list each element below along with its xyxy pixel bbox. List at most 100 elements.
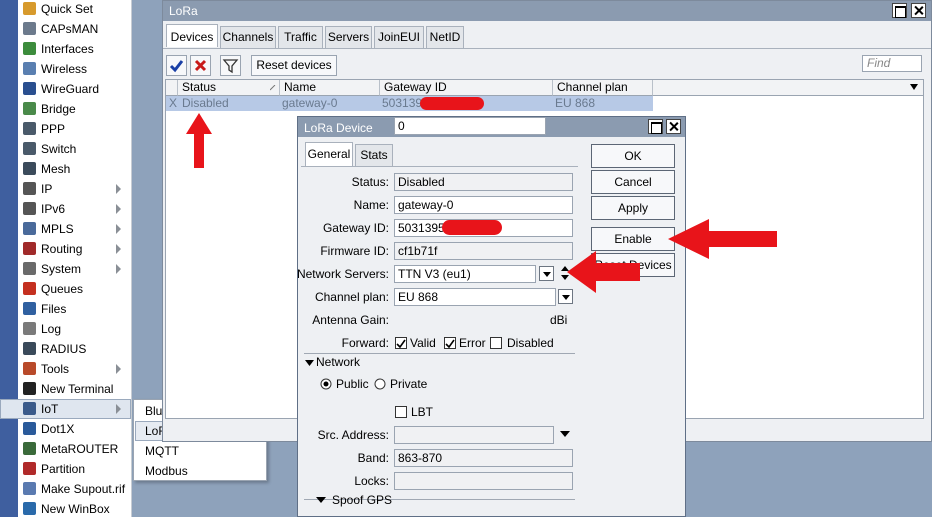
- reset-devices-button[interactable]: Reset devices: [251, 55, 337, 76]
- sidebar-item-iot[interactable]: IoT: [0, 399, 131, 419]
- tab-netid[interactable]: NetID: [426, 26, 464, 48]
- ok-button[interactable]: OK: [591, 144, 675, 168]
- submenu-arrow-icon: [116, 244, 121, 254]
- sidebar-item-queues[interactable]: Queues: [0, 279, 131, 299]
- sidebar-item-wireguard[interactable]: WireGuard: [0, 79, 131, 99]
- files-icon: [23, 302, 36, 315]
- interfaces-icon: [23, 42, 36, 55]
- find-input[interactable]: Find: [862, 55, 922, 72]
- sidebar-item-mesh[interactable]: Mesh: [0, 159, 131, 179]
- submenu-arrow-icon: [116, 264, 121, 274]
- tab-general[interactable]: General: [305, 142, 353, 166]
- cancel-button[interactable]: Cancel: [591, 170, 675, 194]
- sidebar-item-new-winbox[interactable]: New WinBox: [0, 499, 131, 517]
- servers-dropdown-icon[interactable]: [539, 266, 554, 281]
- close-icon[interactable]: [911, 3, 926, 18]
- submenu-item-mqtt[interactable]: MQTT: [135, 441, 265, 461]
- sidebar-item-system[interactable]: System: [0, 259, 131, 279]
- sidebar: Quick Set CAPsMAN Interfaces Wireless WireGu…: [0, 0, 132, 517]
- column-header-channel-plan[interactable]: Channel plan: [553, 80, 653, 96]
- metarouter-icon: [23, 442, 36, 455]
- tab-servers[interactable]: Servers: [325, 26, 372, 48]
- column-header-name[interactable]: Name: [280, 80, 380, 96]
- name-field[interactable]: gateway-0: [394, 196, 573, 214]
- network-servers-select[interactable]: TTN V3 (eu1): [394, 265, 536, 283]
- row-disabled-flag: X: [169, 96, 178, 110]
- sidebar-item-label: System: [41, 262, 82, 276]
- sidebar-item-label: New WinBox: [41, 502, 110, 516]
- sidebar-item-ppp[interactable]: PPP: [0, 119, 131, 139]
- lbt-checkbox[interactable]: [395, 406, 407, 418]
- tab-traffic[interactable]: Traffic: [278, 26, 323, 48]
- sidebar-item-quick-set[interactable]: Quick Set: [0, 0, 131, 19]
- sidebar-item-mpls[interactable]: MPLS: [0, 219, 131, 239]
- sidebar-item-tools[interactable]: Tools: [0, 359, 131, 379]
- dialog-maximize-icon[interactable]: [648, 119, 663, 134]
- collapse-icon[interactable]: [305, 359, 314, 367]
- src-dropdown-icon[interactable]: [560, 431, 570, 438]
- table-row[interactable]: X Disabled gateway-0 503139 EU 868: [166, 96, 653, 111]
- sidebar-item-label: IoT: [41, 402, 59, 416]
- sidebar-item-radius[interactable]: RADIUS: [0, 339, 131, 359]
- tools-icon: [23, 362, 36, 375]
- sidebar-item-make-supout-rif[interactable]: Make Supout.rif: [0, 479, 131, 499]
- tab-stats[interactable]: Stats: [355, 144, 393, 166]
- forward-valid-checkbox[interactable]: [395, 337, 407, 349]
- sidebar-item-wireless[interactable]: Wireless: [0, 59, 131, 79]
- sidebar-item-ip[interactable]: IP: [0, 179, 131, 199]
- mesh-icon: [23, 162, 36, 175]
- sidebar-item-label: Queues: [41, 282, 84, 296]
- enable-button[interactable]: [166, 55, 187, 76]
- tab-joineui[interactable]: JoinEUI: [374, 26, 424, 48]
- sidebar-item-label: Mesh: [41, 162, 71, 176]
- sidebar-item-partition[interactable]: Partition: [0, 459, 131, 479]
- lbt-label: LBT: [411, 405, 434, 419]
- lora-window-title-bar[interactable]: LoRa: [163, 1, 931, 21]
- sidebar-item-label: Wireless: [41, 62, 88, 76]
- column-header-flag[interactable]: [166, 80, 178, 96]
- sidebar-item-ipv6[interactable]: IPv6: [0, 199, 131, 219]
- forward-label: Forward:: [341, 336, 389, 350]
- sidebar-item-files[interactable]: Files: [0, 299, 131, 319]
- radius-icon: [23, 342, 36, 355]
- collapse-icon[interactable]: [316, 496, 326, 504]
- filter-button[interactable]: [220, 55, 241, 76]
- partition-icon: [23, 462, 36, 475]
- forward-error-checkbox[interactable]: [444, 337, 456, 349]
- channel-plan-select[interactable]: EU 868: [394, 288, 556, 306]
- sidebar-item-log[interactable]: Log: [0, 319, 131, 339]
- sidebar-item-label: IPv6: [41, 202, 66, 216]
- sidebar-item-label: RADIUS: [41, 342, 87, 356]
- private-radio[interactable]: [374, 378, 386, 390]
- maximize-icon[interactable]: [892, 3, 907, 18]
- public-radio[interactable]: [320, 378, 332, 390]
- sidebar-item-bridge[interactable]: Bridge: [0, 99, 131, 119]
- antenna-gain-field[interactable]: 0: [394, 117, 546, 135]
- apply-button[interactable]: Apply: [591, 196, 675, 220]
- dialog-close-icon[interactable]: [666, 119, 681, 134]
- sidebar-item-capsman[interactable]: CAPsMAN: [0, 19, 131, 39]
- column-header-status[interactable]: Status: [178, 80, 280, 96]
- redaction-mark: [420, 97, 484, 110]
- column-header-gateway-id[interactable]: Gateway ID: [380, 80, 553, 96]
- sidebar-item-switch[interactable]: Switch: [0, 139, 131, 159]
- submenu-arrow-icon: [116, 204, 121, 214]
- enable-device-button[interactable]: Enable: [591, 227, 675, 251]
- column-header-name-label: Name: [284, 80, 317, 94]
- firmware-id-field: cf1b71f: [394, 242, 573, 260]
- band-label: Band:: [357, 451, 389, 465]
- column-menu-icon[interactable]: [910, 84, 918, 90]
- submenu-item-modbus[interactable]: Modbus: [135, 461, 265, 481]
- sidebar-item-routing[interactable]: Routing: [0, 239, 131, 259]
- tab-devices[interactable]: Devices: [166, 24, 218, 47]
- sidebar-item-dot1x[interactable]: Dot1X: [0, 419, 131, 439]
- sidebar-item-metarouter[interactable]: MetaROUTER: [0, 439, 131, 459]
- tab-channels[interactable]: Channels: [220, 26, 276, 48]
- sidebar-item-new-terminal[interactable]: New Terminal: [0, 379, 131, 399]
- forward-disabled-checkbox[interactable]: [490, 337, 502, 349]
- src-address-field[interactable]: [394, 426, 554, 444]
- disable-button[interactable]: [190, 55, 211, 76]
- network-section-title: Network: [316, 355, 361, 369]
- locks-field: [394, 472, 573, 490]
- sidebar-item-interfaces[interactable]: Interfaces: [0, 39, 131, 59]
